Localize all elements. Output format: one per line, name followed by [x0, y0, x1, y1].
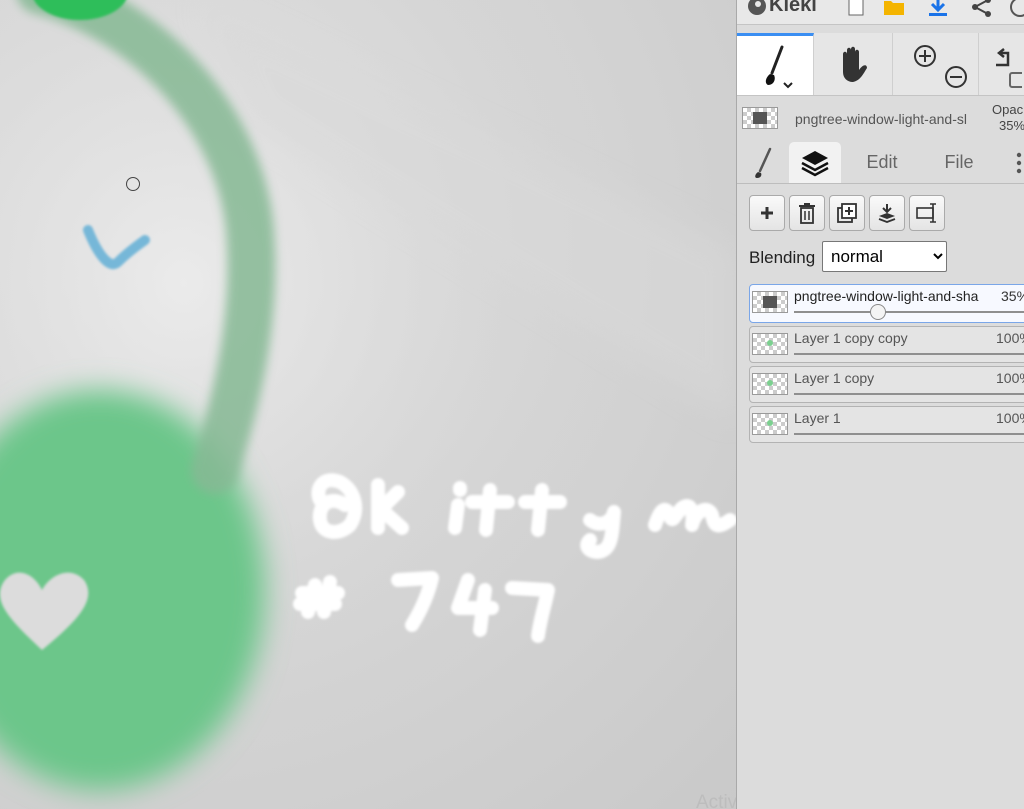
layers-icon: [801, 150, 829, 176]
layer-item[interactable]: pngtree-window-light-and-sha 35%: [749, 284, 1024, 323]
zoom-tool-button[interactable]: [893, 33, 979, 95]
brush-cursor: [126, 177, 140, 191]
opacity-label: Opac: [992, 102, 1024, 117]
tab-file[interactable]: File: [935, 142, 983, 183]
delete-layer-icon: [799, 203, 815, 224]
layer-thumbnail: [752, 413, 788, 435]
share-icon[interactable]: [971, 0, 993, 18]
brush-tab-icon: [755, 147, 772, 178]
add-layer-button[interactable]: [749, 195, 785, 231]
zoom-in-icon: [913, 45, 936, 67]
delete-layer-button[interactable]: [789, 195, 825, 231]
merge-down-button[interactable]: [869, 195, 905, 231]
side-panel: Kleki pngtree-window-light-and-sl Opac 3…: [736, 0, 1024, 809]
rename-layer-icon: [916, 203, 936, 223]
layer-item[interactable]: Layer 1 100%: [749, 406, 1024, 443]
layer-name: Layer 1: [794, 410, 841, 426]
top-bar: Kleki: [737, 0, 1024, 25]
drawing-canvas[interactable]: Activate Windows: [0, 0, 736, 809]
layer-opacity-slider[interactable]: [794, 433, 1024, 435]
layer-opacity-slider[interactable]: [794, 353, 1024, 355]
layer-thumbnail: [752, 333, 788, 355]
brush-tool-icon: [765, 45, 793, 88]
layer-item[interactable]: Layer 1 copy 100%: [749, 366, 1024, 403]
layer-buttons: [749, 195, 945, 231]
download-icon[interactable]: [927, 0, 949, 18]
hand-tool-icon: [843, 46, 867, 82]
more-options-icon[interactable]: [1009, 142, 1024, 183]
layer-name: Layer 1 copy copy: [794, 330, 908, 346]
layer-opacity-slider[interactable]: [794, 304, 1024, 320]
add-layer-icon: [761, 207, 773, 219]
layer-opacity: 35%: [1001, 288, 1024, 304]
tab-brush[interactable]: [737, 142, 789, 183]
layer-opacity: 100%: [996, 370, 1024, 386]
layer-opacity-slider[interactable]: [794, 393, 1024, 395]
merge-down-icon: [878, 204, 896, 223]
layer-opacity: 100%: [996, 410, 1024, 426]
tab-layers[interactable]: [789, 142, 841, 183]
undo-button[interactable]: [979, 33, 1024, 95]
kleki-logo[interactable]: Kleki: [747, 0, 817, 17]
new-image-icon[interactable]: [845, 0, 867, 18]
layer-list: pngtree-window-light-and-sha 35% Layer 1…: [749, 284, 1024, 446]
app-title: Kleki: [769, 0, 817, 16]
blending-label: Blending: [749, 248, 816, 267]
activate-windows-watermark: Activate Windows: [696, 792, 736, 809]
current-layer-thumbnail: [742, 107, 778, 129]
kleki-logo-icon: [748, 0, 766, 15]
current-layer-info: pngtree-window-light-and-sl Opac 35%: [737, 96, 1024, 140]
current-layer-name: pngtree-window-light-and-sl: [795, 111, 967, 127]
panel-tabs: Edit File: [737, 140, 1024, 184]
layer-name: Layer 1 copy: [794, 370, 875, 386]
brush-tool-button[interactable]: [737, 33, 814, 95]
tab-edit[interactable]: Edit: [857, 142, 907, 183]
help-icon[interactable]: [1009, 0, 1024, 18]
tool-row: [737, 33, 1024, 96]
opacity-value: 35%: [999, 118, 1024, 133]
zoom-out-icon: [944, 66, 967, 88]
duplicate-layer-icon: [837, 203, 857, 223]
hand-tool-button[interactable]: [814, 33, 893, 95]
layer-thumbnail: [752, 291, 788, 313]
layer-name: pngtree-window-light-and-sha: [794, 288, 979, 304]
layer-item[interactable]: Layer 1 copy copy 100%: [749, 326, 1024, 363]
undo-icon: [996, 48, 1022, 88]
blending-mode-select[interactable]: normal: [822, 241, 947, 272]
layer-opacity: 100%: [996, 330, 1024, 346]
slider-knob[interactable]: [870, 304, 886, 320]
canvas-artwork: [0, 0, 736, 809]
layer-thumbnail: [752, 373, 788, 395]
open-folder-icon[interactable]: [883, 0, 905, 18]
rename-layer-button[interactable]: [909, 195, 945, 231]
duplicate-layer-button[interactable]: [829, 195, 865, 231]
